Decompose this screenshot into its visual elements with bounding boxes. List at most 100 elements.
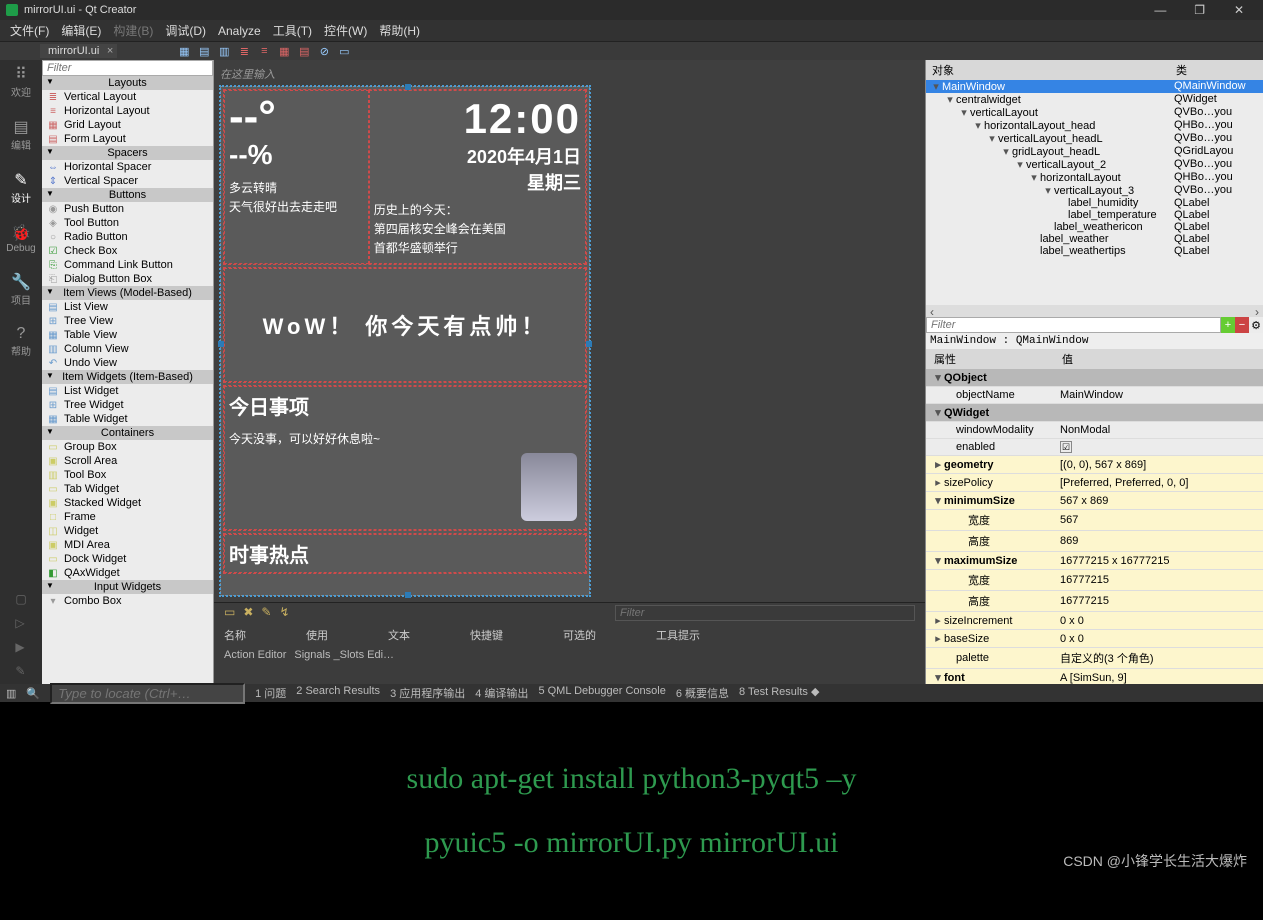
run-icon[interactable]: ✎ [15, 664, 26, 678]
menu-item[interactable]: Analyze [212, 22, 267, 40]
add-property-button[interactable]: + [1221, 317, 1235, 333]
close-icon[interactable]: × [107, 45, 113, 57]
new-action-icon[interactable]: ▭ [224, 605, 235, 621]
action-column-header[interactable]: 可选的 [563, 627, 596, 643]
widget-item[interactable]: ◫Widget [42, 524, 213, 538]
tree-row[interactable]: label_weatherQLabel [926, 233, 1263, 245]
widget-item[interactable]: ▦Table View [42, 328, 213, 342]
property-value[interactable]: 0 x 0 [1054, 612, 1263, 629]
checkbox-icon[interactable]: ☑ [1060, 441, 1072, 453]
mode-button[interactable]: 🔧项目 [4, 272, 38, 307]
property-row[interactable]: ▸sizePolicy[Preferred, Preferred, 0, 0] [926, 474, 1263, 492]
widget-item[interactable]: ▣Stacked Widget [42, 496, 213, 510]
expand-icon[interactable]: ▾ [1042, 184, 1054, 197]
widget-item[interactable]: ⊞Tree Widget [42, 398, 213, 412]
widget-group-header[interactable]: Layouts [42, 76, 213, 90]
property-value[interactable]: A [SimSun, 9] [1054, 669, 1263, 684]
expand-icon[interactable]: ▾ [986, 132, 998, 145]
status-pane-button[interactable]: 6 概要信息 [676, 685, 729, 701]
edit-action-icon[interactable]: ✎ [261, 605, 271, 621]
property-value[interactable]: NonModal [1054, 422, 1263, 438]
widget-group-header[interactable]: Item Views (Model-Based) [42, 286, 213, 300]
layout-h-icon[interactable]: ≡ [257, 44, 271, 58]
widget-item[interactable]: ▭Tab Widget [42, 482, 213, 496]
status-pane-button[interactable]: 2 Search Results [296, 685, 380, 701]
property-row[interactable]: 高度869 [926, 531, 1263, 552]
mode-button[interactable]: ?帮助 [4, 325, 38, 358]
status-pane-button[interactable]: 3 应用程序输出 [390, 685, 465, 701]
tree-row[interactable]: label_weathertipsQLabel [926, 245, 1263, 257]
property-value[interactable]: [(0, 0), 567 x 869] [1054, 456, 1263, 473]
widget-item[interactable]: ○Radio Button [42, 230, 213, 244]
form-preview[interactable]: --° --% 多云转晴 天气很好出去走走吧 12:00 2020年4月1日 星… [220, 86, 590, 596]
action-column-header[interactable]: 使用 [306, 627, 328, 643]
property-category[interactable]: ▾QWidget [926, 404, 1263, 422]
menu-item[interactable]: 帮助(H) [373, 20, 426, 41]
property-row[interactable]: ▾maximumSize16777215 x 16777215 [926, 552, 1263, 570]
property-row[interactable]: 宽度567 [926, 510, 1263, 531]
bottom-tab[interactable]: Action Editor [224, 649, 286, 663]
action-column-header[interactable]: 工具提示 [656, 627, 700, 643]
close-button[interactable]: ✕ [1221, 3, 1257, 17]
widget-group-header[interactable]: Containers [42, 426, 213, 440]
widget-item[interactable]: ▦Table Widget [42, 412, 213, 426]
expand-icon[interactable]: ▾ [944, 93, 956, 106]
search-icon[interactable]: 🔍 [26, 687, 40, 700]
property-value[interactable]: 869 [1054, 531, 1263, 551]
tree-row[interactable]: ▾horizontalLayout_headQHBo…you [926, 119, 1263, 132]
expand-icon[interactable]: ▸ [932, 476, 944, 489]
status-pane-button[interactable]: 5 QML Debugger Console [538, 685, 665, 701]
property-row[interactable]: objectNameMainWindow [926, 387, 1263, 404]
widget-item[interactable]: ▤Form Layout [42, 132, 213, 146]
widget-item[interactable]: ◉Push Button [42, 202, 213, 216]
property-row[interactable]: ▾fontA [SimSun, 9] [926, 669, 1263, 684]
property-row[interactable]: 高度16777215 [926, 591, 1263, 612]
expand-icon[interactable]: ▾ [1000, 145, 1012, 158]
property-value[interactable]: 16777215 [1054, 591, 1263, 611]
bottom-tab[interactable]: Signals _Slots Edi… [294, 649, 394, 663]
form-canvas[interactable]: 在这里输入 --° --% 多云转晴 天气很好出去走走吧 [214, 60, 914, 602]
widget-group-header[interactable]: Buttons [42, 188, 213, 202]
expand-icon[interactable]: ▾ [1028, 171, 1040, 184]
property-row[interactable]: windowModalityNonModal [926, 422, 1263, 439]
expand-icon[interactable]: ▾ [972, 119, 984, 132]
tree-row[interactable]: ▾gridLayout_headLQGridLayou [926, 145, 1263, 158]
property-row[interactable]: enabled☑ [926, 439, 1263, 456]
maximize-button[interactable]: ❐ [1182, 3, 1218, 17]
property-row[interactable]: ▸baseSize0 x 0 [926, 630, 1263, 648]
property-table[interactable]: ▾QObjectobjectNameMainWindow▾QWidgetwind… [926, 369, 1263, 684]
widget-item[interactable]: ▦Grid Layout [42, 118, 213, 132]
property-row[interactable]: palette自定义的(3 个角色) [926, 648, 1263, 669]
property-row[interactable]: ▸geometry[(0, 0), 567 x 869] [926, 456, 1263, 474]
mode-button[interactable]: ⠿欢迎 [4, 64, 38, 99]
mode-button[interactable]: 🐞Debug [4, 223, 38, 254]
property-category[interactable]: ▾QObject [926, 369, 1263, 387]
status-pane-button[interactable]: 8 Test Results ◆ [739, 685, 819, 701]
tree-row[interactable]: label_weathericonQLabel [926, 221, 1263, 233]
property-filter-input[interactable] [926, 317, 1221, 333]
expand-icon[interactable]: ▾ [930, 80, 942, 93]
property-value[interactable]: ☑ [1054, 439, 1263, 455]
widget-item[interactable]: ▤List View [42, 300, 213, 314]
expand-icon[interactable]: ▾ [932, 554, 944, 567]
menu-item[interactable]: 调试(D) [159, 20, 212, 41]
document-tab[interactable]: mirrorUI.ui × [40, 44, 117, 58]
property-value[interactable]: 0 x 0 [1054, 630, 1263, 647]
widget-item[interactable]: ≡Horizontal Layout [42, 104, 213, 118]
layout-icon[interactable]: ▥ [217, 44, 231, 58]
widget-item[interactable]: ⇔Horizontal Spacer [42, 160, 213, 174]
form-icon[interactable]: ▤ [297, 44, 311, 58]
tree-row[interactable]: ▾verticalLayout_3QVBo…you [926, 184, 1263, 197]
expand-icon[interactable]: ▾ [1014, 158, 1026, 171]
property-row[interactable]: ▾minimumSize567 x 869 [926, 492, 1263, 510]
action-column-header[interactable]: 快捷键 [470, 627, 503, 643]
widget-item[interactable]: ▥Column View [42, 342, 213, 356]
widget-item[interactable]: ▾Combo Box [42, 594, 213, 608]
widget-item[interactable]: ⎘Command Link Button [42, 258, 213, 272]
locator-input[interactable] [50, 683, 245, 704]
property-row[interactable]: ▸sizeIncrement0 x 0 [926, 612, 1263, 630]
widget-item[interactable]: ◈Tool Button [42, 216, 213, 230]
tree-row[interactable]: ▾centralwidgetQWidget [926, 93, 1263, 106]
expand-icon[interactable]: ▸ [932, 632, 944, 645]
widget-item[interactable]: ↶Undo View [42, 356, 213, 370]
